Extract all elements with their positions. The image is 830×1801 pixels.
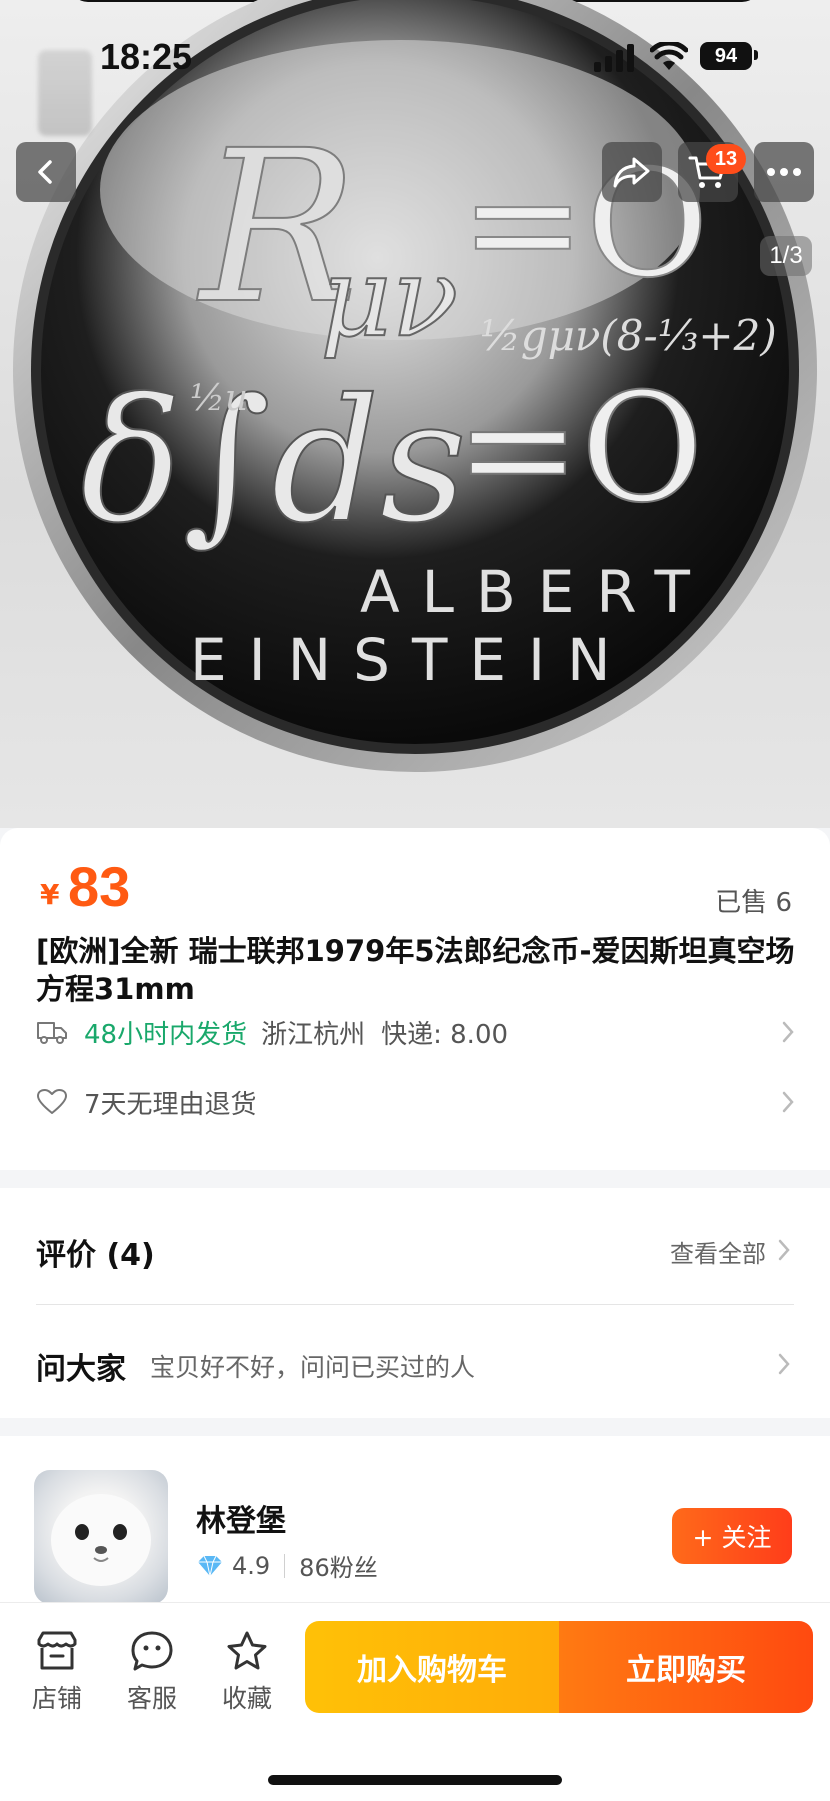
- coin-small-formula-1: ½gμν(8-⅓+2): [480, 311, 777, 360]
- add-to-cart-button[interactable]: 加入购物车: [305, 1621, 559, 1713]
- coin-name-line-1: ALBERT: [360, 558, 712, 626]
- chevron-right-icon: [778, 1353, 790, 1375]
- shop-fans: 86粉丝: [299, 1554, 378, 1582]
- shop-avatar[interactable]: [34, 1470, 168, 1604]
- customer-service-tab[interactable]: 客服: [107, 1627, 197, 1715]
- blurred-avatar: [38, 50, 92, 136]
- chevron-right-icon: [782, 1091, 794, 1113]
- signal-icon: [594, 44, 634, 72]
- ask-everyone-hint[interactable]: 宝贝好不好，问问已买过的人: [150, 1348, 475, 1384]
- status-bar: 18:25 94: [0, 30, 830, 136]
- view-all-link[interactable]: 查看全部: [670, 1234, 766, 1269]
- buy-now-button[interactable]: 立即购买: [559, 1621, 813, 1713]
- divider: [36, 1304, 794, 1305]
- product-gallery[interactable]: R μν =O ½gμν(8-⅓+2) δ∫ds ½u =O ALBERT EI…: [0, 0, 830, 828]
- diamond-icon: [198, 1555, 222, 1576]
- ask-everyone-label[interactable]: 问大家: [36, 1344, 126, 1388]
- shop-tab[interactable]: 店铺: [12, 1627, 102, 1715]
- truck-icon: [36, 1018, 68, 1046]
- share-icon: [613, 157, 650, 188]
- gallery-pager: 1/3: [760, 236, 812, 276]
- chat-face-icon: [131, 1631, 173, 1671]
- shipping-row[interactable]: 48小时内发货 浙江杭州 快递: 8.00: [36, 1010, 796, 1054]
- seal-avatar-image: [51, 1494, 151, 1586]
- shipping-time: 48小时内发货: [84, 1019, 248, 1050]
- status-time: 18:25: [100, 36, 193, 77]
- chevron-right-icon: [778, 1239, 790, 1261]
- battery-level: 94: [700, 42, 752, 70]
- shop-card: 林登堡 4.9 86粉丝 + 关注: [0, 1436, 830, 1606]
- sold-count: 已售 6: [715, 888, 792, 918]
- coin-image: R μν =O ½gμν(8-⅓+2) δ∫ds ½u =O ALBERT EI…: [13, 0, 817, 772]
- more-icon: [767, 168, 801, 176]
- cart-count-badge: 13: [706, 144, 746, 174]
- price-currency: ¥: [40, 878, 60, 911]
- coin-small-formula-2: ½u: [190, 378, 248, 419]
- chevron-left-icon: [38, 160, 52, 184]
- express-fee: 快递: 8.00: [381, 1019, 509, 1050]
- reviews-label[interactable]: 评价 (4): [36, 1230, 155, 1274]
- service-tab-label: 客服: [126, 1684, 177, 1713]
- shop-tab-label: 店铺: [31, 1684, 82, 1713]
- share-button[interactable]: [602, 142, 662, 202]
- follow-button[interactable]: + 关注: [672, 1508, 792, 1564]
- return-policy-row[interactable]: 7天无理由退货: [36, 1080, 796, 1124]
- price-value: 83: [68, 855, 131, 918]
- wifi-icon: [650, 42, 688, 70]
- product-title: [欧洲]全新 瑞士联邦1979年5法郎纪念币-爱因斯坦真空场方程31mm: [36, 934, 795, 1006]
- shop-meta: 4.9 86粉丝: [196, 1548, 378, 1583]
- heart-icon: [36, 1088, 68, 1116]
- more-button[interactable]: [754, 142, 814, 202]
- coin-subscript: μν: [320, 233, 458, 361]
- coin-name-line-2: EINSTEIN: [190, 626, 633, 694]
- home-indicator: [268, 1775, 562, 1785]
- product-info-card: ¥ 83 已售 6 [欧洲]全新 瑞士联邦1979年5法郎纪念币-爱因斯坦真空场…: [0, 828, 830, 1170]
- favorite-tab-label: 收藏: [221, 1684, 272, 1713]
- return-policy-text: 7天无理由退货: [84, 1089, 257, 1120]
- ship-location: 浙江杭州: [261, 1019, 366, 1050]
- reviews-card: 评价 (4) 查看全部 问大家 宝贝好不好，问问已买过的人: [0, 1188, 830, 1418]
- store-icon: [37, 1631, 77, 1670]
- battery-tip: [754, 50, 758, 60]
- coin-rhs-2: =O: [455, 362, 704, 536]
- coin-rhs-1: =O: [460, 137, 709, 311]
- coin-delta-integral: δ∫ds: [80, 363, 467, 561]
- back-button[interactable]: [16, 142, 76, 202]
- meta-separator: [284, 1553, 286, 1578]
- chevron-right-icon: [782, 1021, 794, 1043]
- shop-rating: 4.9: [232, 1551, 271, 1580]
- favorite-tab[interactable]: 收藏: [202, 1627, 292, 1715]
- bottom-action-bar: 店铺 客服 收藏 加入购物车 立即购买: [0, 1602, 830, 1801]
- star-icon: [227, 1631, 267, 1670]
- shop-name[interactable]: 林登堡: [196, 1496, 286, 1540]
